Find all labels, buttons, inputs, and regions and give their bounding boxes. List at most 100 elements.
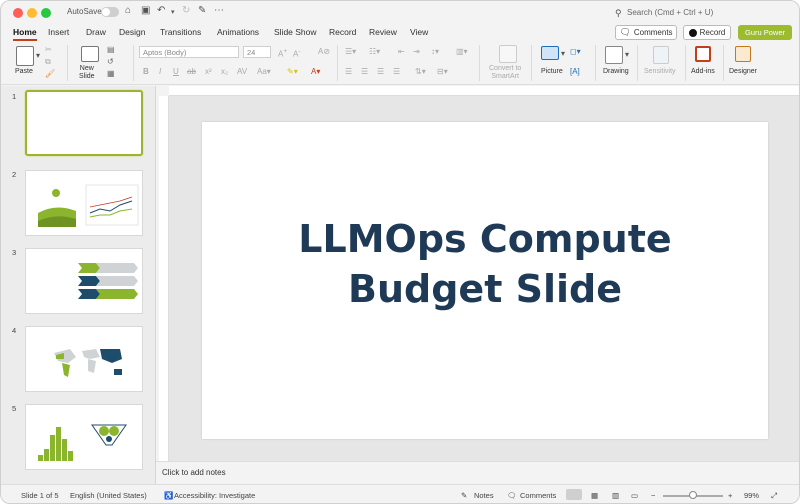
- slide-title[interactable]: LLMOps Compute Budget Slide: [202, 214, 768, 314]
- tab-transitions[interactable]: Transitions: [160, 27, 201, 37]
- font-name-select[interactable]: Aptos (Body): [139, 46, 239, 58]
- tab-design[interactable]: Design: [119, 27, 145, 37]
- zoom-slider-handle[interactable]: [689, 491, 697, 499]
- slide-sorter-icon[interactable]: ▦: [591, 491, 598, 500]
- paste-icon[interactable]: [16, 46, 34, 66]
- add-ins-label[interactable]: Add-ins: [691, 68, 715, 75]
- slide-thumbnail-1[interactable]: [25, 90, 143, 156]
- reset-icon[interactable]: ↺: [107, 57, 114, 67]
- decrease-indent-icon[interactable]: ⇤: [398, 47, 405, 57]
- zoom-percent[interactable]: 99%: [744, 491, 759, 500]
- tab-draw[interactable]: Draw: [86, 27, 106, 37]
- align-text-icon[interactable]: ⊟▾: [437, 67, 448, 77]
- guru-power-button[interactable]: Guru Power: [738, 25, 792, 40]
- strikethrough-icon[interactable]: ab: [187, 67, 196, 77]
- justify-icon[interactable]: ☰: [393, 67, 400, 77]
- new-slide-label[interactable]: New Slide: [79, 65, 95, 81]
- record-button[interactable]: Record: [683, 25, 731, 40]
- slide-thumbnails-panel[interactable]: 1 2 3 4 5: [1, 86, 156, 484]
- change-case-icon[interactable]: Aa▾: [257, 67, 271, 77]
- zoom-in-icon[interactable]: +: [728, 491, 732, 500]
- drawing-label[interactable]: Drawing: [603, 68, 629, 75]
- increase-indent-icon[interactable]: ⇥: [413, 47, 420, 57]
- designer-icon[interactable]: [735, 46, 751, 62]
- copy-icon[interactable]: ⧉: [45, 57, 51, 67]
- highlight-icon[interactable]: ✎▾: [287, 67, 298, 77]
- subscript-icon[interactable]: x₂: [221, 67, 228, 77]
- current-slide[interactable]: LLMOps Compute Budget Slide: [202, 122, 768, 439]
- new-slide-icon[interactable]: [81, 46, 99, 62]
- tab-review[interactable]: Review: [369, 27, 397, 37]
- fit-to-window-icon[interactable]: ⤢: [771, 491, 777, 501]
- superscript-icon[interactable]: x²: [205, 67, 212, 77]
- decrease-font-icon[interactable]: A-: [293, 47, 301, 60]
- layout-icon[interactable]: ▤: [107, 45, 115, 55]
- drawing-icon[interactable]: [605, 46, 623, 64]
- convert-smartart-label[interactable]: Convert to SmartArt: [489, 65, 521, 81]
- cut-icon[interactable]: ✂: [45, 45, 52, 55]
- shapes-icon[interactable]: ◻▾: [570, 47, 581, 57]
- tab-slide-show[interactable]: Slide Show: [274, 27, 317, 37]
- slide-thumbnail-2[interactable]: [25, 170, 143, 236]
- char-spacing-icon[interactable]: AV: [237, 67, 247, 77]
- increase-font-icon[interactable]: A+: [278, 47, 287, 60]
- comments-button[interactable]: 🗨 Comments: [615, 25, 677, 40]
- more-icon[interactable]: ⋯: [214, 5, 224, 17]
- maximize-window-button[interactable]: [41, 8, 51, 18]
- sensitivity-label[interactable]: Sensitivity: [644, 68, 676, 75]
- close-window-button[interactable]: [13, 8, 23, 18]
- save-icon[interactable]: ▣: [141, 5, 150, 17]
- tab-record[interactable]: Record: [329, 27, 356, 37]
- sensitivity-icon[interactable]: [653, 46, 669, 64]
- align-center-icon[interactable]: ☰: [361, 67, 368, 77]
- slide-thumbnail-3[interactable]: [25, 248, 143, 314]
- numbering-icon[interactable]: ☷▾: [369, 47, 380, 57]
- section-icon[interactable]: ▦: [107, 69, 115, 79]
- textbox-icon[interactable]: [A]: [570, 67, 580, 77]
- reading-view-icon[interactable]: ▥: [612, 491, 619, 500]
- home-icon[interactable]: ⌂: [125, 5, 131, 17]
- smartart-icon[interactable]: [499, 45, 517, 63]
- tab-animations[interactable]: Animations: [217, 27, 259, 37]
- font-size-select[interactable]: 24: [243, 46, 271, 58]
- accessibility-status[interactable]: Accessibility: Investigate: [174, 491, 255, 500]
- italic-icon[interactable]: I: [159, 67, 161, 77]
- redo-icon[interactable]: ↻: [182, 5, 190, 17]
- align-left-icon[interactable]: ☰: [345, 67, 352, 77]
- edit-icon[interactable]: ✎: [198, 5, 206, 17]
- picture-icon[interactable]: [541, 46, 559, 60]
- comments-toggle[interactable]: Comments: [520, 491, 556, 500]
- columns-icon[interactable]: ▥▾: [456, 47, 468, 57]
- slide-thumbnail-4[interactable]: [25, 326, 143, 392]
- minimize-window-button[interactable]: [27, 8, 37, 18]
- paste-dropdown-icon[interactable]: ▾: [36, 51, 40, 61]
- designer-label[interactable]: Designer: [729, 68, 757, 75]
- drawing-dropdown-icon[interactable]: ▾: [625, 50, 629, 60]
- language-status[interactable]: English (United States): [70, 491, 147, 500]
- notes-pane[interactable]: Click to add notes: [156, 461, 799, 483]
- add-ins-icon[interactable]: [695, 46, 711, 62]
- picture-dropdown-icon[interactable]: ▾: [561, 49, 565, 59]
- slideshow-view-icon[interactable]: ▭: [631, 491, 638, 500]
- undo-icon[interactable]: ↶: [157, 5, 165, 17]
- text-direction-icon[interactable]: ⇅▾: [415, 67, 426, 77]
- notes-toggle[interactable]: Notes: [474, 491, 494, 500]
- bold-icon[interactable]: B: [143, 67, 149, 77]
- line-spacing-icon[interactable]: ↕▾: [431, 47, 439, 57]
- slide-thumbnail-5[interactable]: [25, 404, 143, 470]
- undo-dropdown-icon[interactable]: ▾: [171, 7, 175, 19]
- tab-insert[interactable]: Insert: [48, 27, 69, 37]
- tab-view[interactable]: View: [410, 27, 428, 37]
- align-right-icon[interactable]: ☰: [377, 67, 384, 77]
- clear-format-icon[interactable]: A⊘: [318, 47, 330, 57]
- zoom-out-icon[interactable]: −: [651, 491, 655, 500]
- paste-label[interactable]: Paste: [15, 68, 33, 75]
- search-input[interactable]: Search (Cmd + Ctrl + U): [627, 8, 713, 17]
- bullets-icon[interactable]: ☰▾: [345, 47, 356, 57]
- picture-label[interactable]: Picture: [541, 68, 563, 75]
- format-painter-icon[interactable]: 🖌: [45, 69, 55, 79]
- autosave-toggle[interactable]: [101, 7, 119, 17]
- font-color-icon[interactable]: A▾: [311, 67, 320, 77]
- underline-icon[interactable]: U: [173, 67, 179, 77]
- normal-view-icon[interactable]: [566, 489, 582, 500]
